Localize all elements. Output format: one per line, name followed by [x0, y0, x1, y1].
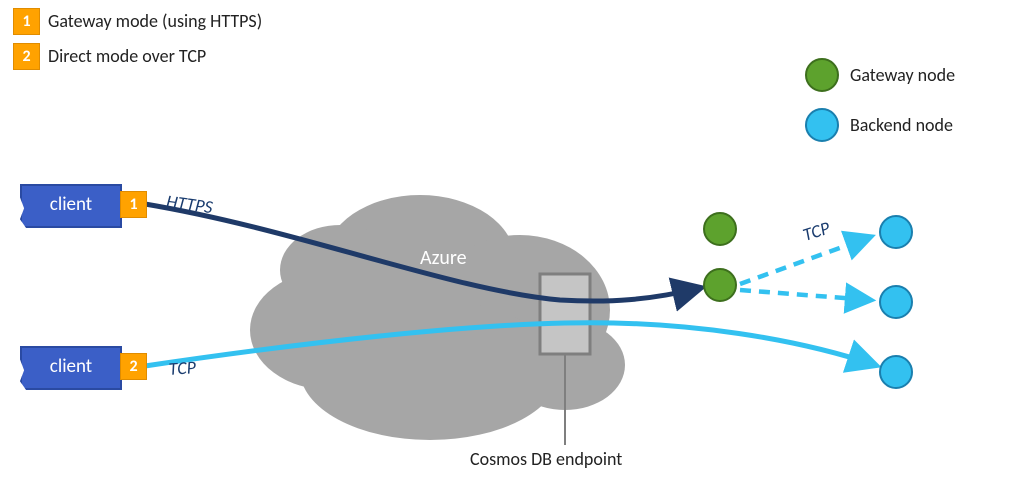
gateway-node-2: [703, 268, 737, 302]
legend-badge-1: 1: [13, 8, 40, 35]
endpoint-label: Cosmos DB endpoint: [470, 448, 622, 470]
client-1-box: client: [20, 184, 122, 228]
endpoint-box: [540, 274, 590, 354]
legend-mode-1-label: Gateway mode (using HTTPS): [48, 10, 262, 32]
backend-node-3: [879, 355, 913, 389]
backend-node-2: [879, 285, 913, 319]
client-1-badge-num: 1: [129, 195, 137, 214]
gateway-node-1: [703, 212, 737, 246]
client-2-box: client: [20, 346, 122, 390]
azure-cloud-label: Azure: [420, 246, 467, 270]
client-1-label: client: [50, 193, 92, 216]
backend-node-1: [879, 215, 913, 249]
legend-badge-1-num: 1: [22, 12, 30, 31]
legend-mode-2-label: Direct mode over TCP: [48, 45, 206, 67]
client-2-label: client: [50, 355, 92, 378]
legend-gateway-node-icon: [805, 58, 839, 92]
client-2-protocol-label: TCP: [168, 356, 197, 380]
client-1-badge: 1: [120, 191, 147, 218]
legend-backend-label: Backend node: [850, 114, 953, 136]
legend-backend-node-icon: [805, 108, 839, 142]
gateway-to-backend-2: [740, 290, 870, 300]
gateway-to-backend-1: [740, 237, 870, 284]
legend-badge-2-num: 2: [22, 47, 30, 66]
client-2-badge-num: 2: [129, 357, 137, 376]
diagram-canvas: 1 Gateway mode (using HTTPS) 2 Direct mo…: [0, 0, 1019, 502]
legend-gateway-label: Gateway node: [850, 64, 955, 86]
legend-badge-2: 2: [13, 43, 40, 70]
client-2-badge: 2: [120, 353, 147, 380]
